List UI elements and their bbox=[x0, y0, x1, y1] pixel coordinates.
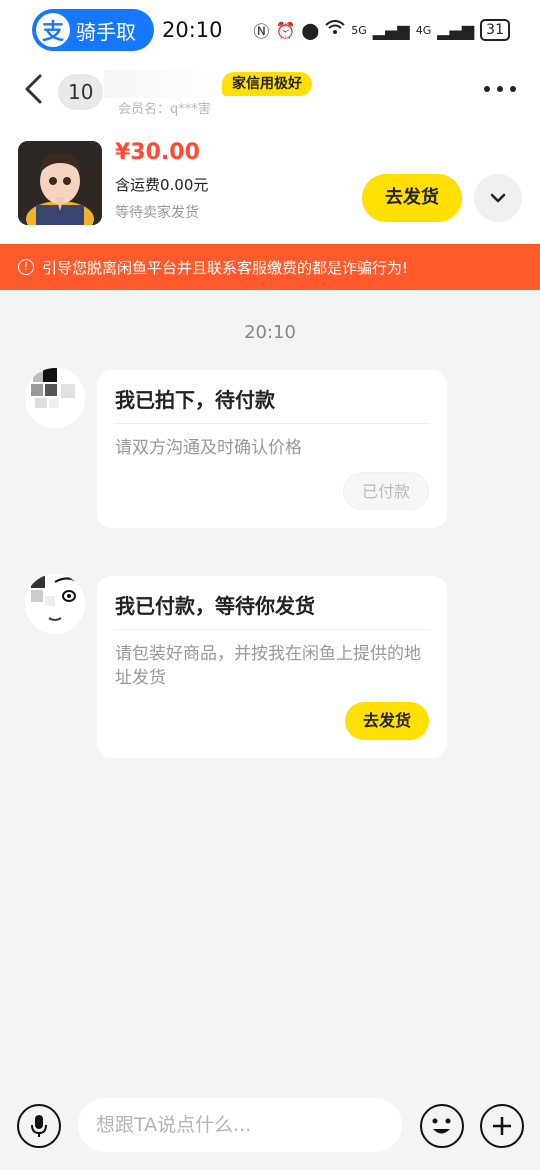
system-icons: Ⓝ ⏰ ⬤ 5G ▂▄▆ 4G ▂▄▆ 31 bbox=[253, 18, 510, 42]
message-desc: 请包装好商品，并按我在闲鱼上提供的地址发货 bbox=[115, 644, 421, 688]
message-input[interactable] bbox=[78, 1098, 402, 1152]
battery-icon: 31 bbox=[480, 19, 510, 41]
chat-timestamp: 20:10 bbox=[244, 322, 296, 343]
contact-name-redacted bbox=[104, 70, 224, 98]
shipping-fee: 含运费0.00元 bbox=[115, 176, 209, 194]
plus-icon[interactable] bbox=[480, 1104, 524, 1148]
fraud-warning-banner: ! 引导您脱离闲鱼平台并且联系客服缴费的都是诈骗行为! bbox=[0, 244, 540, 290]
signal-5g-icon: 5G bbox=[351, 23, 367, 37]
product-thumbnail[interactable] bbox=[18, 141, 102, 225]
chevron-left-icon[interactable] bbox=[22, 72, 46, 115]
ship-button[interactable]: 去发货 bbox=[362, 174, 462, 222]
warning-text: 引导您脱离闲鱼平台并且联系客服缴费的都是诈骗行为! bbox=[42, 258, 409, 277]
order-message-card[interactable]: 我已拍下，待付款 请双方沟通及时确认价格 已付款 bbox=[97, 370, 447, 528]
alipay-logo-icon: 支 bbox=[36, 13, 70, 47]
avatar[interactable] bbox=[25, 368, 85, 428]
alert-circle-icon: ! bbox=[18, 259, 34, 275]
signal-bars-icon-2: ▂▄▆ bbox=[437, 20, 475, 40]
ship-button-in-chat[interactable]: 去发货 bbox=[344, 702, 429, 740]
credit-badge: 家信用极好 bbox=[222, 72, 312, 96]
product-price: ¥30.00 bbox=[115, 140, 200, 165]
nfc-icon: Ⓝ bbox=[253, 22, 270, 41]
chat-header: 10 家信用极好 会员名：q***害 bbox=[0, 62, 540, 124]
order-message-card[interactable]: 我已付款，等待你发货 请包装好商品，并按我在闲鱼上提供的地址发货 去发货 bbox=[97, 576, 447, 758]
alipay-return-pill[interactable]: 支 骑手取 bbox=[32, 9, 154, 51]
return-app-label: 骑手取 bbox=[76, 19, 136, 44]
input-bar bbox=[0, 1088, 540, 1170]
order-status: 等待卖家发货 bbox=[115, 205, 199, 221]
message-title: 我已付款，等待你发货 bbox=[115, 576, 429, 630]
product-card[interactable]: ¥30.00 含运费0.00元 等待卖家发货 去发货 bbox=[0, 124, 540, 244]
paid-button[interactable]: 已付款 bbox=[342, 472, 429, 510]
more-dots-icon[interactable] bbox=[482, 76, 518, 106]
signal-4g-icon: 4G bbox=[415, 23, 432, 37]
microphone-icon[interactable] bbox=[17, 1104, 61, 1148]
contact-name-pill[interactable]: 10 bbox=[58, 74, 104, 110]
message-title: 我已拍下，待付款 bbox=[115, 370, 429, 424]
location-icon: ⬤ bbox=[301, 20, 320, 40]
chevron-down-icon[interactable] bbox=[474, 174, 522, 222]
status-bar: 支 骑手取 20:10 Ⓝ ⏰ ⬤ 5G ▂▄▆ 4G ▂▄▆ 31 bbox=[0, 0, 540, 62]
member-name: 会员名：q***害 bbox=[118, 102, 211, 117]
wifi-icon bbox=[325, 20, 345, 40]
message-desc: 请双方沟通及时确认价格 bbox=[115, 438, 302, 458]
emoji-icon[interactable] bbox=[420, 1104, 464, 1148]
contact-name: 10 bbox=[68, 80, 94, 104]
status-time: 20:10 bbox=[162, 18, 223, 42]
alarm-icon: ⏰ bbox=[275, 20, 296, 40]
avatar[interactable] bbox=[25, 574, 85, 634]
signal-bars-icon: ▂▄▆ bbox=[372, 20, 410, 40]
